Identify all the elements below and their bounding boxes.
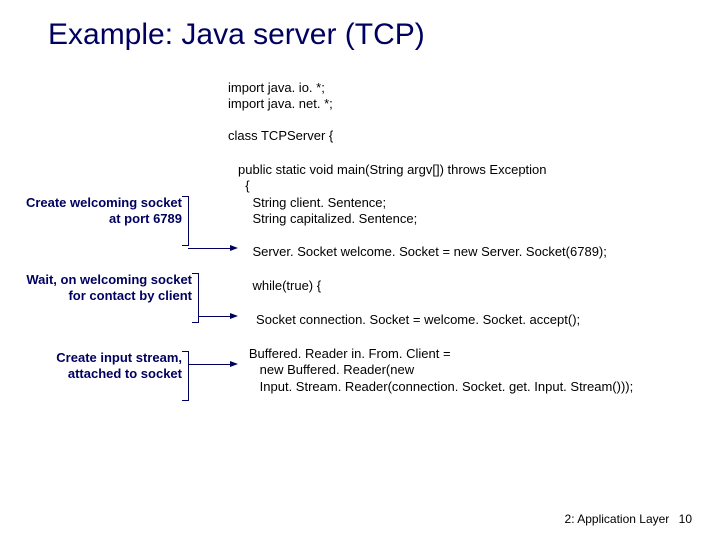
bracket-1 — [182, 196, 189, 246]
footer-page: 10 — [679, 512, 692, 526]
arrow-line-2 — [198, 316, 232, 317]
slide-title: Example: Java server (TCP) — [48, 18, 425, 52]
arrow-line-1 — [188, 248, 232, 249]
arrow-head-1 — [230, 245, 238, 251]
annotation-wait-welcoming: Wait, on welcoming socket for contact by… — [22, 272, 192, 305]
bracket-3 — [182, 351, 189, 401]
arrow-head-2 — [230, 313, 238, 319]
annotation-create-welcoming: Create welcoming socket at port 6789 — [22, 195, 182, 228]
code-classdecl: class TCPServer { — [228, 128, 333, 144]
footer-chapter: 2: Application Layer — [565, 512, 670, 526]
code-whileloop: while(true) { — [238, 278, 321, 294]
code-mainsig: public static void main(String argv[]) t… — [238, 162, 547, 195]
annotation-create-input: Create input stream, attached to socket — [42, 350, 182, 383]
code-strings: String client. Sentence; String capitali… — [238, 195, 417, 228]
code-accept: Socket connection. Socket = welcome. Soc… — [238, 312, 580, 328]
footer: 2: Application Layer 10 — [565, 512, 692, 526]
arrow-head-3 — [230, 361, 238, 367]
arrow-line-3 — [188, 364, 232, 365]
code-buffered: Buffered. Reader in. From. Client = new … — [238, 346, 633, 395]
code-welcome: Server. Socket welcome. Socket = new Ser… — [238, 244, 607, 260]
code-imports: import java. io. *; import java. net. *; — [228, 80, 333, 113]
